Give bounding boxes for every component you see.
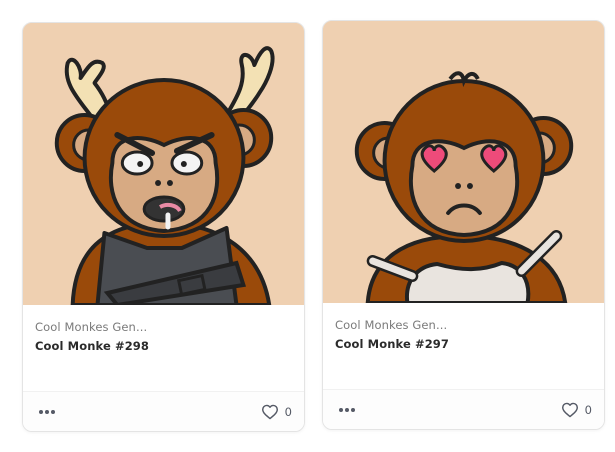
heart-outline-icon (561, 402, 578, 417)
dot (39, 409, 43, 414)
dot (51, 409, 55, 414)
monke-298-artwork (23, 23, 304, 305)
dot (345, 407, 349, 412)
like-button[interactable]: 0 (261, 404, 292, 420)
like-button[interactable]: 0 (561, 402, 592, 418)
like-count: 0 (284, 404, 292, 419)
collection-name[interactable]: Cool Monkes Gen... (35, 320, 155, 334)
monke-297-artwork (323, 21, 604, 303)
nft-name[interactable]: Cool Monke #298 (35, 339, 292, 353)
dot (45, 409, 49, 414)
nft-grid: Cool Monkes Gen... Cool Monke #298 0 Coo… (0, 0, 615, 452)
nft-card[interactable]: Cool Monkes Gen... Cool Monke #297 0 (322, 20, 605, 430)
nft-name[interactable]: Cool Monke #297 (335, 337, 592, 351)
collection-name[interactable]: Cool Monkes Gen... (335, 318, 455, 332)
dot (339, 407, 343, 412)
card-footer: 0 (23, 391, 304, 431)
card-footer: 0 (323, 389, 604, 429)
nft-card[interactable]: Cool Monkes Gen... Cool Monke #298 0 (22, 22, 305, 432)
nft-image[interactable] (323, 21, 604, 303)
dot (351, 407, 355, 412)
like-count: 0 (584, 402, 592, 417)
more-options-button[interactable] (37, 406, 57, 418)
heart-outline-icon (261, 404, 278, 419)
more-options-button[interactable] (337, 404, 357, 416)
nft-image[interactable] (23, 23, 304, 305)
